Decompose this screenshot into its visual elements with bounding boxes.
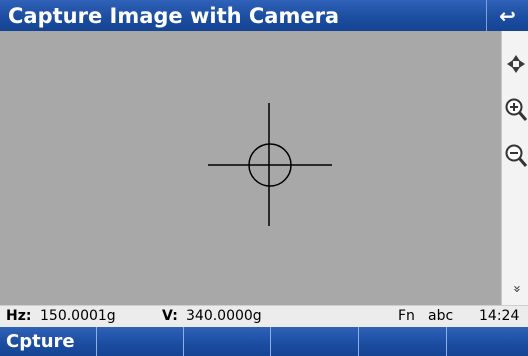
expand-down-icon[interactable]: »: [504, 279, 528, 299]
softkey-5[interactable]: [359, 327, 447, 356]
softkey-capture[interactable]: Cpture: [0, 327, 97, 356]
v-label: V:: [162, 308, 178, 324]
softkey-6[interactable]: [447, 327, 528, 356]
clock: 14:24: [479, 308, 520, 324]
zoom-out-button[interactable]: [504, 143, 528, 169]
v-value: 340.0000g: [186, 308, 262, 324]
softkey-4[interactable]: [271, 327, 359, 356]
back-button[interactable]: ↩: [486, 0, 528, 31]
title-bar: Capture Image with Camera ↩: [0, 0, 528, 31]
softkey-3[interactable]: [184, 327, 271, 356]
hz-value: 150.0001g: [40, 308, 116, 324]
return-arrow-icon: ↩: [499, 3, 516, 28]
input-mode-indicator: abc: [428, 308, 454, 324]
window-title: Capture Image with Camera: [8, 3, 340, 28]
zoom-out-icon: [505, 144, 528, 167]
status-bar: Hz: 150.0001g V: 340.0000g Fn abc 14:24: [0, 305, 528, 327]
camera-viewport[interactable]: [0, 31, 501, 305]
softkey-bar: Cpture: [0, 327, 528, 356]
softkey-2[interactable]: [97, 327, 184, 356]
zoom-in-button[interactable]: [504, 97, 528, 123]
move-arrows-icon: [507, 55, 525, 73]
zoom-in-icon: [505, 98, 528, 121]
crosshair-icon: [208, 103, 332, 226]
fn-indicator: Fn: [398, 308, 415, 324]
move-button[interactable]: [504, 51, 528, 77]
view-toolbar: »: [501, 31, 528, 305]
hz-label: Hz:: [6, 308, 32, 324]
